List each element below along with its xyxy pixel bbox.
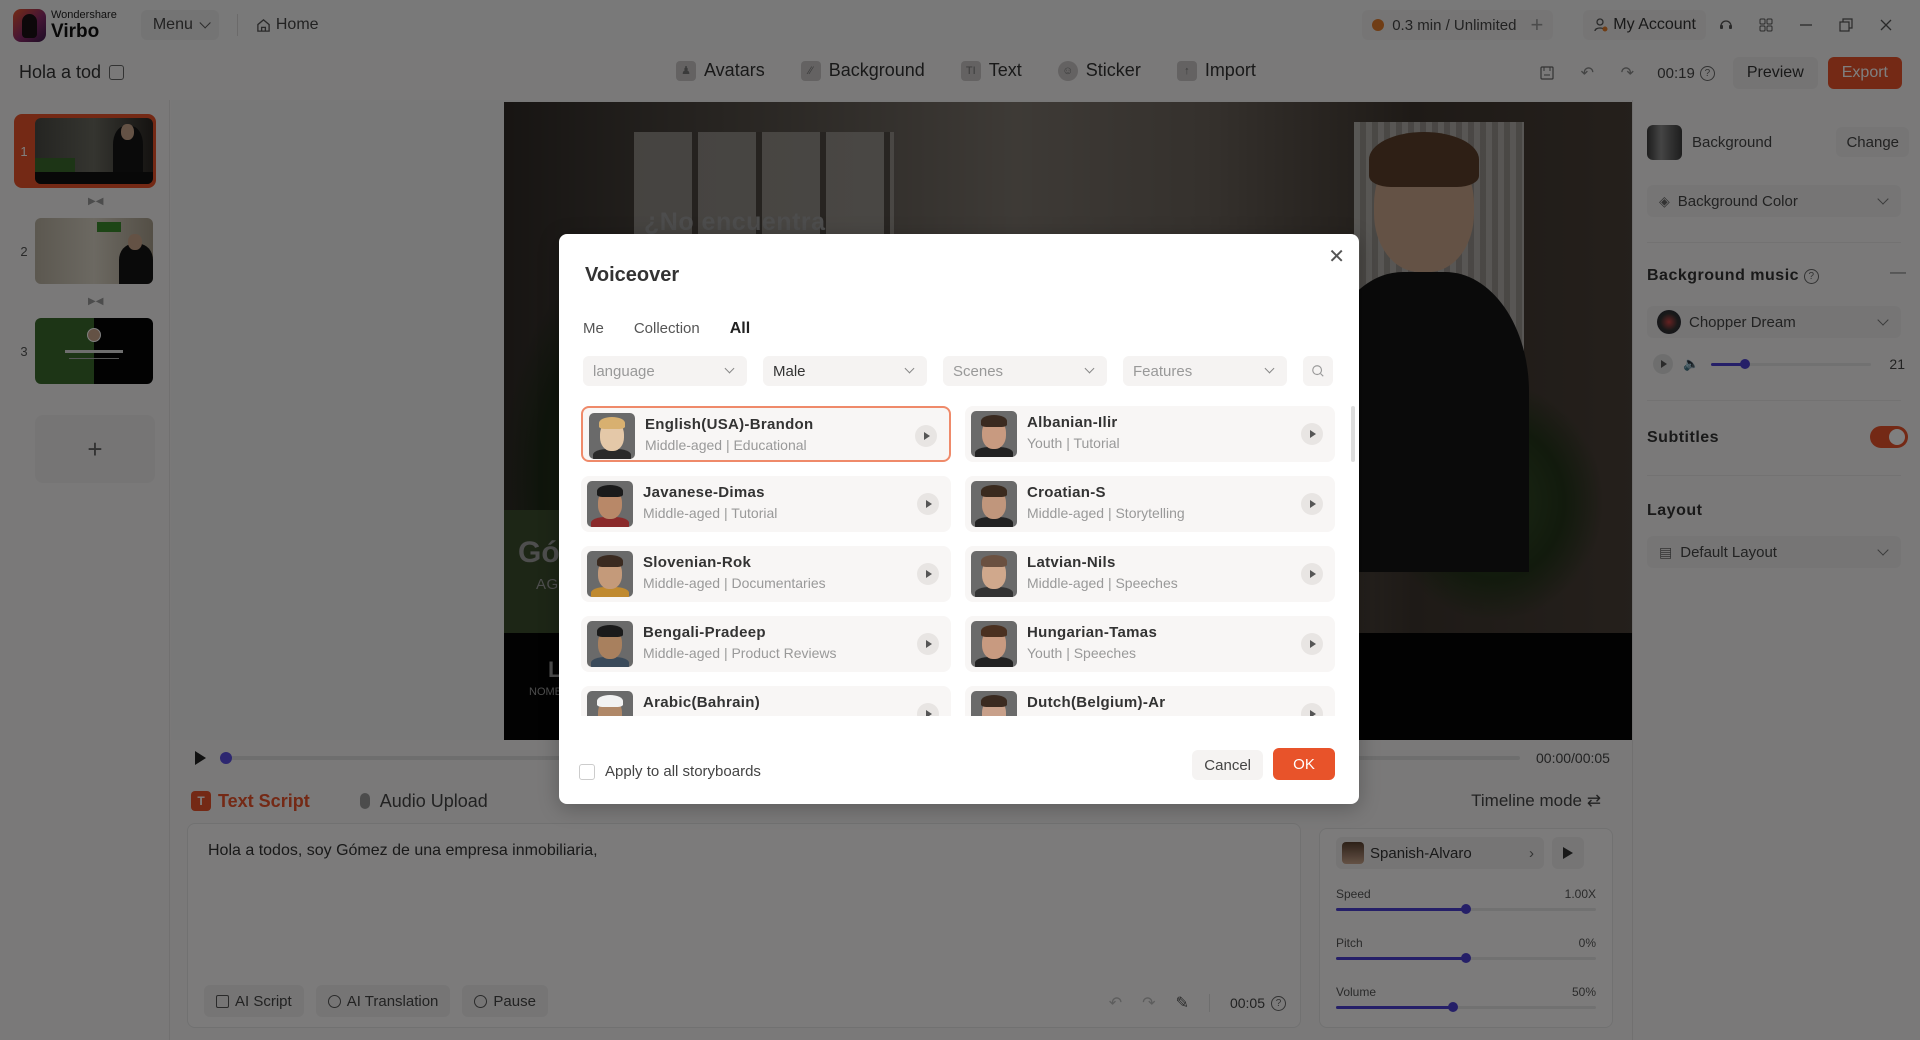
filter-label: language [593,362,655,380]
search-icon [1312,365,1324,377]
voice-avatar [971,411,1017,457]
voice-preview-play-icon[interactable] [917,703,939,716]
voice-name: Bengali-Pradeep [643,624,766,641]
voice-card[interactable]: Dutch(Belgium)-Ar [965,686,1335,716]
cancel-button[interactable]: Cancel [1192,750,1263,780]
voice-name: Dutch(Belgium)-Ar [1027,694,1166,711]
voice-card[interactable]: Bengali-Pradeep Middle-aged | Product Rev… [581,616,951,672]
voice-preview-play-icon[interactable] [1301,563,1323,585]
voice-description: Youth | Tutorial [1027,435,1120,451]
voice-preview-play-icon[interactable] [917,493,939,515]
voice-avatar [971,481,1017,527]
language-filter[interactable]: language [583,356,747,386]
voice-avatar [587,551,633,597]
voice-description: Middle-aged | Tutorial [643,505,778,521]
voice-description: Middle-aged | Storytelling [1027,505,1185,521]
chevron-down-icon [904,363,915,374]
voice-card[interactable]: Slovenian-Rok Middle-aged | Documentaries [581,546,951,602]
apply-all-option[interactable]: Apply to all storyboards [579,763,761,780]
voice-card[interactable]: Hungarian-Tamas Youth | Speeches [965,616,1335,672]
chevron-down-icon [724,363,735,374]
voice-card[interactable]: English(USA)-Brandon Middle-aged | Educat… [581,406,951,462]
voice-filters: language Male Scenes Features [583,356,1333,386]
gender-filter[interactable]: Male [763,356,927,386]
voice-description: Middle-aged | Documentaries [643,575,826,591]
voice-tabs: Me Collection All [583,320,750,338]
chevron-down-icon [1084,363,1095,374]
filter-label: Features [1133,362,1193,380]
voice-avatar [587,481,633,527]
voice-preview-play-icon[interactable] [1301,493,1323,515]
voice-name: Hungarian-Tamas [1027,624,1158,641]
voice-avatar [971,691,1017,716]
chevron-down-icon [1264,363,1275,374]
voice-preview-play-icon[interactable] [917,563,939,585]
voice-preview-play-icon[interactable] [1301,703,1323,716]
voice-avatar [587,691,633,716]
voice-name: Javanese-Dimas [643,484,765,501]
voice-avatar [589,413,635,459]
search-button[interactable] [1303,356,1333,386]
voice-list: English(USA)-Brandon Middle-aged | Educat… [581,406,1341,716]
voice-card[interactable]: Arabic(Bahrain) [581,686,951,716]
voice-avatar [971,551,1017,597]
ok-button[interactable]: OK [1273,748,1335,780]
scenes-filter[interactable]: Scenes [943,356,1107,386]
tab-all[interactable]: All [730,320,750,338]
voice-preview-play-icon[interactable] [1301,423,1323,445]
voice-card[interactable]: Javanese-Dimas Middle-aged | Tutorial [581,476,951,532]
features-filter[interactable]: Features [1123,356,1287,386]
filter-label: Male [773,362,806,380]
voice-card[interactable]: Albanian-Ilir Youth | Tutorial [965,406,1335,462]
voice-card[interactable]: Latvian-Nils Middle-aged | Speeches [965,546,1335,602]
apply-all-checkbox[interactable] [579,763,595,780]
voice-card[interactable]: Croatian-S Middle-aged | Storytelling [965,476,1335,532]
voice-list-scrollbar[interactable] [1351,406,1355,462]
voice-preview-play-icon[interactable] [1301,633,1323,655]
voice-description: Middle-aged | Product Reviews [643,645,837,661]
voice-avatar [587,621,633,667]
voice-preview-play-icon[interactable] [917,633,939,655]
voice-name: Latvian-Nils [1027,554,1116,571]
tab-me[interactable]: Me [583,320,604,338]
voice-description: Middle-aged | Speeches [1027,575,1178,591]
voice-name: Slovenian-Rok [643,554,752,571]
apply-all-label: Apply to all storyboards [605,763,761,780]
voice-name: Croatian-S [1027,484,1106,501]
voiceover-dialog: ✕ Voiceover Me Collection All language M… [559,234,1359,804]
voice-name: Arabic(Bahrain) [643,694,761,711]
voice-preview-play-icon[interactable] [915,425,937,447]
filter-label: Scenes [953,362,1004,380]
voice-avatar [971,621,1017,667]
tab-collection[interactable]: Collection [634,320,700,338]
voice-name: Albanian-Ilir [1027,414,1118,431]
close-icon[interactable]: ✕ [1328,244,1345,269]
voice-name: English(USA)-Brandon [645,416,814,433]
dialog-title: Voiceover [585,264,680,286]
voice-description: Middle-aged | Educational [645,437,807,453]
voice-description: Youth | Speeches [1027,645,1136,661]
